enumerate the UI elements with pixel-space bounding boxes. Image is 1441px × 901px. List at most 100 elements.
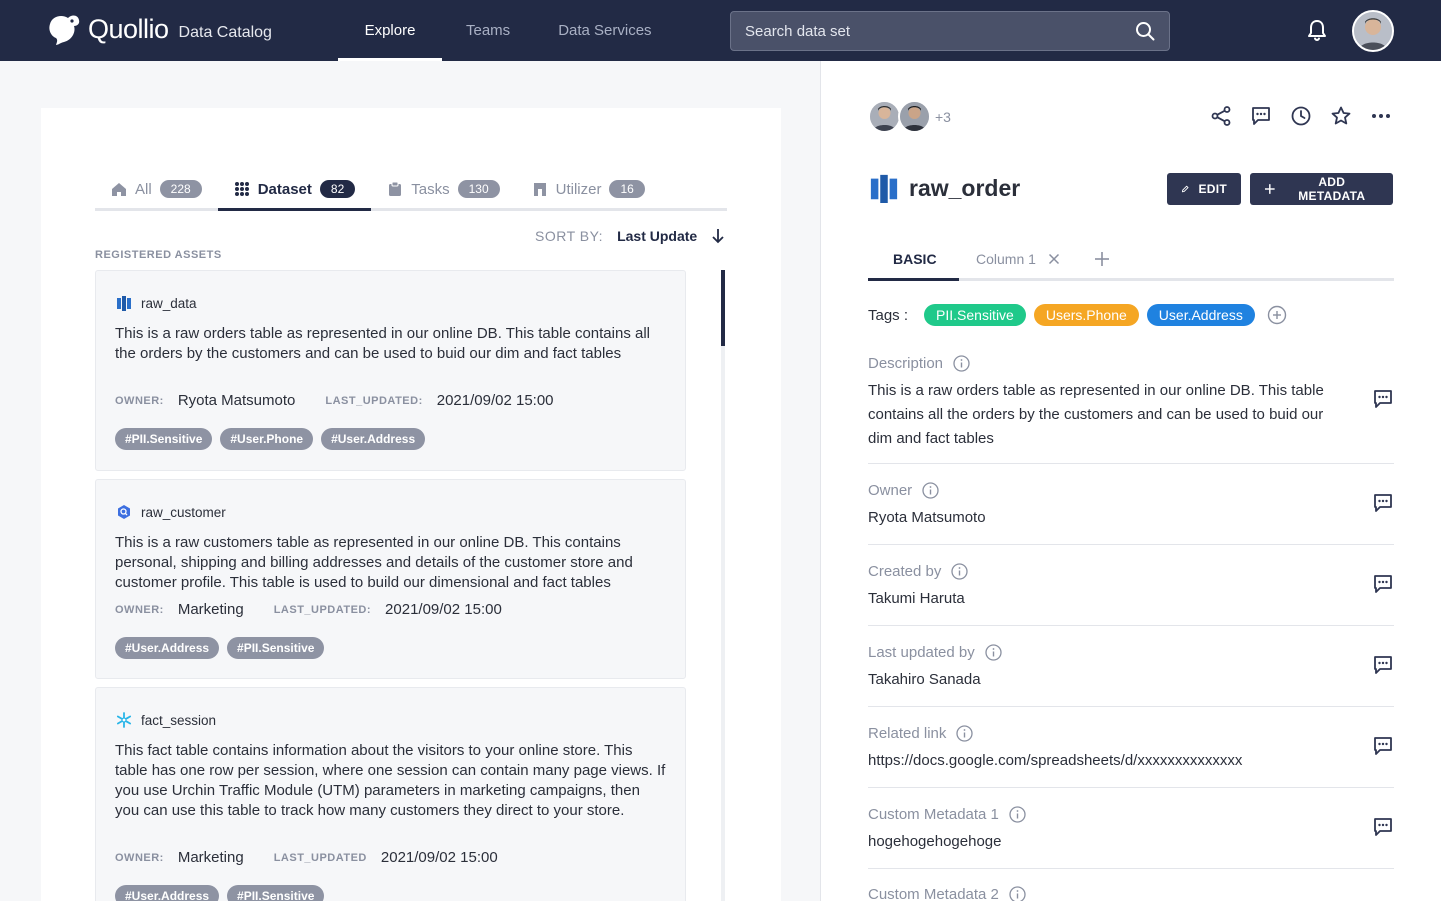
sort-label: SORT BY: [535,228,604,244]
tab-utilizer-count: 16 [609,180,645,198]
tag-chip[interactable]: #User.Address [115,885,220,901]
person-avatar-icon [870,102,899,131]
history-clock-icon[interactable] [1290,105,1312,127]
asset-card-title[interactable]: fact_session [116,712,216,728]
user-avatar-icon [1354,12,1392,50]
info-icon[interactable] [953,355,970,372]
owner-label: OWNER: [115,851,164,864]
asset-card-title[interactable]: raw_customer [116,504,226,520]
comment-icon[interactable] [1250,105,1272,127]
tag-chip[interactable]: #User.Address [321,428,426,450]
asset-list-panel: All 228 Dataset 82 Tasks 130 Utilizer 16… [41,108,781,901]
tag-pill-user-address[interactable]: User.Address [1146,304,1255,326]
related-link[interactable]: https://docs.google.com/spreadsheets/d/x… [868,749,1242,773]
search-box [730,11,1170,51]
add-tab[interactable] [1077,239,1127,278]
asset-title-text: raw_order [909,174,1021,201]
tab-dataset[interactable]: Dataset 82 [217,170,372,211]
asset-name: raw_customer [141,504,226,520]
user-avatar[interactable] [1352,10,1394,52]
tab-column-1[interactable]: Column 1 [959,239,1077,278]
more-collaborators-count[interactable]: +3 [935,109,951,125]
pencil-icon [1181,185,1189,193]
field-description: Description This is a raw orders table a… [868,355,1394,464]
field-owner: Owner Ryota Matsumoto [868,482,1394,545]
quollio-logo-icon [49,15,80,45]
updated-label: LAST_UPDATED: [325,394,423,407]
collaborator-avatars[interactable]: +3 [868,100,951,133]
tab-utilizer-label: Utilizer [555,180,602,198]
add-metadata-label: ADD METADATA [1298,175,1366,203]
close-icon[interactable] [1048,253,1060,265]
info-icon[interactable] [1009,886,1026,901]
tag-pill-pii-sensitive[interactable]: PII.Sensitive [924,304,1026,326]
field-label-text: Last updated by [868,644,975,661]
collaborator-avatar[interactable] [868,100,901,133]
field-created-by: Created by Takumi Haruta [868,563,1394,626]
asset-meta: OWNER: Marketing LAST_UPDATED: 2021/09/0… [115,601,532,618]
plus-icon[interactable] [1094,251,1110,267]
notification-bell-icon[interactable] [1305,18,1329,42]
tab-tasks-count: 130 [457,180,500,198]
brand-subtitle: Data Catalog [178,24,272,41]
scrollbar-thumb[interactable] [721,270,725,346]
field-value: This is a raw orders table as represente… [868,382,1324,447]
comment-icon[interactable] [1372,735,1394,757]
field-related-link: Related link https://docs.google.com/spr… [868,725,1394,788]
grid-icon [234,182,249,196]
field-label-text: Related link [868,725,947,742]
edit-button-label: EDIT [1198,182,1227,196]
comment-icon[interactable] [1372,492,1394,514]
asset-card[interactable]: raw_data This is a raw orders table as r… [95,270,686,471]
edit-button[interactable]: EDIT [1167,173,1241,205]
nav-data-services[interactable]: Data Services [534,0,675,61]
collaborator-avatar[interactable] [898,100,931,133]
asset-card[interactable]: fact_session This fact table contains in… [95,687,686,901]
comment-icon[interactable] [1372,816,1394,838]
tag-chip[interactable]: #PII.Sensitive [115,428,213,450]
tab-basic[interactable]: BASIC [868,239,959,281]
tag-pill-users-phone[interactable]: Users.Phone [1033,304,1139,326]
logo[interactable]: Quollio Data Catalog [46,12,272,46]
info-icon[interactable] [956,725,974,742]
field-label-text: Created by [868,563,942,580]
updated-label: LAST_UPDATED [273,851,367,864]
tag-chip[interactable]: #PII.Sensitive [227,885,325,901]
nav-explore[interactable]: Explore [338,0,442,61]
field-label: Created by [868,563,969,580]
add-metadata-button[interactable]: ADD METADATA [1250,173,1393,205]
asset-meta: OWNER: Marketing LAST_UPDATED 2021/09/02… [115,849,528,866]
asset-description: This is a raw customers table as represe… [115,534,633,591]
info-icon[interactable] [1009,806,1026,823]
nav-teams[interactable]: Teams [442,0,534,61]
sort-value[interactable]: Last Update [617,228,697,244]
tag-chip[interactable]: #PII.Sensitive [227,637,325,659]
asset-tags: #User.Address #PII.Sensitive [115,637,325,659]
info-icon[interactable] [922,482,939,499]
share-icon[interactable] [1210,105,1232,127]
tab-tasks[interactable]: Tasks 130 [371,170,515,208]
comment-icon[interactable] [1372,573,1394,595]
tab-utilizer[interactable]: Utilizer 16 [516,170,661,208]
scrollbar-track[interactable] [721,270,725,901]
tab-dataset-label: Dataset [257,180,312,198]
search-icon[interactable] [1135,21,1155,41]
info-icon[interactable] [985,644,1002,661]
comment-icon[interactable] [1372,654,1394,676]
tab-all[interactable]: All 228 [95,170,218,208]
asset-card-title[interactable]: raw_data [116,295,197,311]
tag-chip[interactable]: #User.Phone [220,428,314,450]
search-input[interactable] [745,22,1135,40]
add-tag-icon[interactable] [1267,305,1287,325]
more-options-icon[interactable] [1370,105,1392,127]
sort-control[interactable]: SORT BY: Last Update [535,228,725,244]
star-icon[interactable] [1330,105,1352,127]
field-value: Takahiro Sanada [868,671,981,688]
asset-card[interactable]: raw_customer This is a raw customers tab… [95,479,686,679]
comment-icon[interactable] [1372,388,1394,410]
info-icon[interactable] [951,563,969,580]
tag-chip[interactable]: #User.Address [115,637,220,659]
snowflake-icon [116,712,132,728]
owner-value: Marketing [177,601,244,618]
arrow-down-icon[interactable] [711,228,725,244]
